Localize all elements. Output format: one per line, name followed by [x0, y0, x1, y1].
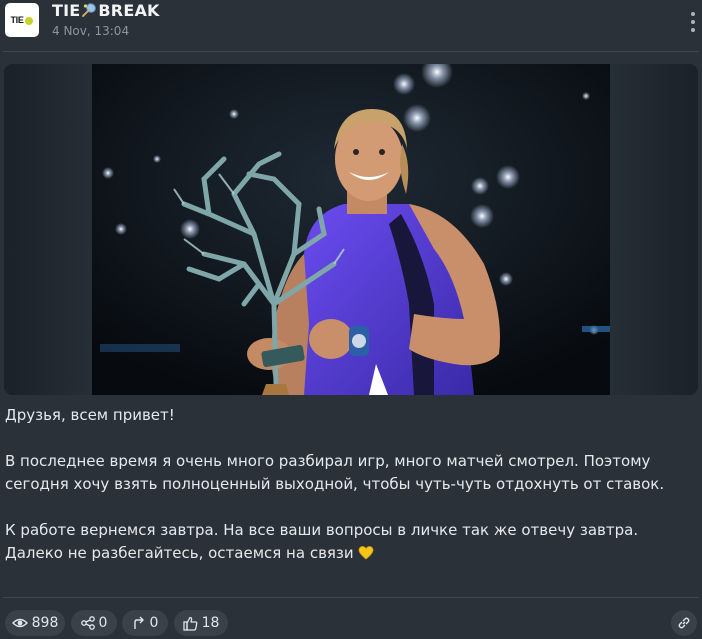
post-paragraph-main: В последнее время я очень много разбирал… — [5, 452, 665, 493]
forwards-count: 0 — [149, 615, 159, 631]
post-footer: 898 0 0 18 — [0, 610, 702, 639]
avatar-logo: TIE — [10, 15, 33, 25]
channel-avatar[interactable]: TIE — [5, 3, 39, 37]
channel-name[interactable]: TIE BREAK — [52, 1, 160, 20]
post-paragraph-closing-text: К работе вернемся завтра. На все ваши во… — [5, 521, 639, 562]
channel-name-part2: BREAK — [98, 1, 160, 20]
footer-divider — [3, 597, 699, 598]
post-paragraph-greeting: Друзья, всем привет! — [5, 406, 175, 424]
post-header: TIE TIE BREAK 4 Nov, 13:04 — [0, 0, 702, 48]
tennis-ball-icon — [24, 16, 33, 25]
link-icon — [678, 617, 690, 629]
post-paragraph-closing: К работе вернемся завтра. На все ваши во… — [5, 519, 695, 565]
copy-link-button[interactable] — [671, 610, 697, 636]
views-counter[interactable]: 898 — [5, 610, 65, 636]
forwards-counter[interactable]: 0 — [122, 610, 168, 636]
tennis-racket-icon — [82, 3, 97, 17]
tennis-player-with-trophy-photo — [4, 64, 698, 395]
share-nodes-icon — [80, 616, 95, 630]
forward-arrow-icon — [133, 616, 144, 629]
eye-icon — [11, 618, 28, 628]
views-count: 898 — [31, 615, 59, 631]
header-divider — [3, 51, 699, 52]
post-body: Друзья, всем привет! В последнее время я… — [5, 404, 695, 565]
thumbs-up-icon — [182, 616, 197, 631]
post-date: 4 Nov, 13:04 — [52, 24, 130, 38]
shares-count: 0 — [98, 615, 108, 631]
post-photo[interactable] — [4, 64, 698, 395]
channel-name-part1: TIE — [52, 1, 81, 20]
yellow-heart-emoji — [359, 546, 374, 560]
shares-counter[interactable]: 0 — [71, 610, 117, 636]
likes-count: 18 — [201, 615, 220, 631]
more-vertical-icon[interactable] — [689, 12, 697, 32]
likes-counter[interactable]: 18 — [174, 610, 228, 636]
